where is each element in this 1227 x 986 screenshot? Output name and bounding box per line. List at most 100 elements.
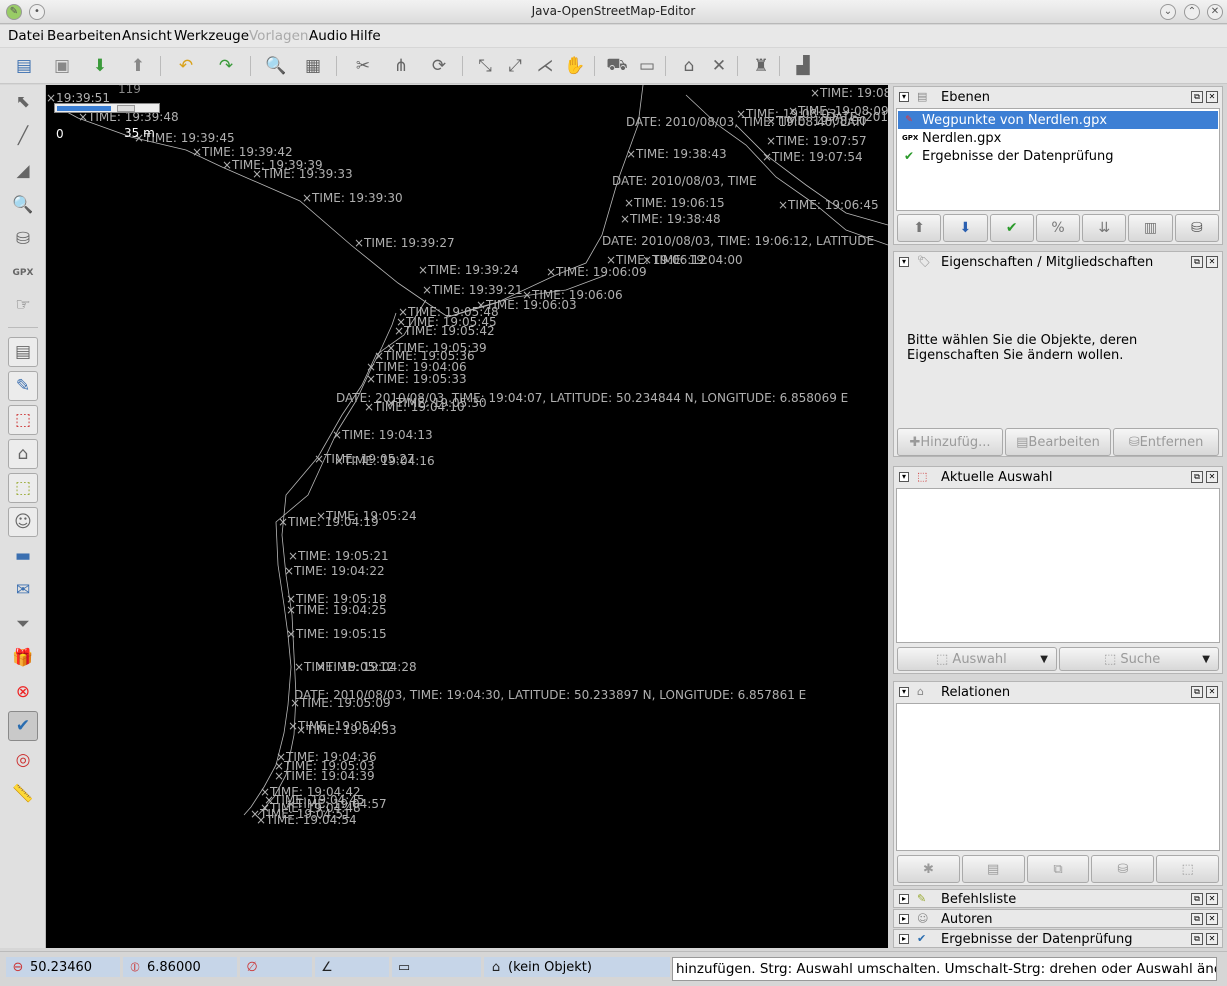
relation-list[interactable]	[896, 703, 1220, 851]
layer-row[interactable]: ✎ Wegpunkte von Nerdlen.gpx	[898, 111, 1218, 129]
authors-icon[interactable]: ☺	[8, 507, 38, 537]
select-relation-button[interactable]: ⬚	[1156, 855, 1219, 883]
detach-icon[interactable]: ⧉	[1191, 686, 1203, 698]
orthogonalize-icon[interactable]: ⋌	[532, 54, 558, 78]
maximize-icon[interactable]: ⌃	[1184, 4, 1200, 20]
validator-check-icon[interactable]: ✔	[8, 711, 38, 741]
validator-error-icon[interactable]: 🎁	[8, 643, 38, 673]
info-icon[interactable]: ▦	[300, 54, 326, 78]
undo-icon[interactable]: ↶	[173, 54, 199, 78]
layer-row[interactable]: ✔ Ergebnisse der Datenprüfung	[898, 147, 1218, 165]
open-icon[interactable]: ▤	[11, 54, 37, 78]
expand-icon[interactable]: ▸	[899, 914, 909, 924]
activate-layer-button[interactable]: ✔	[989, 214, 1034, 242]
move-up-button[interactable]: ⬆	[897, 214, 942, 242]
align-line-icon[interactable]: ⤢	[502, 54, 528, 78]
download-icon[interactable]: ⬇	[87, 54, 113, 78]
save-icon[interactable]: ▣	[49, 54, 75, 78]
expand-icon[interactable]: ▸	[899, 934, 909, 944]
combine-way-icon[interactable]: ⋔	[388, 54, 414, 78]
zoom-area-icon[interactable]: ◢	[8, 156, 38, 186]
select-icon[interactable]: ⬉	[8, 87, 38, 117]
close-icon[interactable]: ✕	[1207, 4, 1223, 20]
delete-layer-button[interactable]: ⛁	[1174, 214, 1219, 242]
car-preset-icon[interactable]: ⛟	[604, 54, 630, 78]
select-button[interactable]: ⬚ Auswahl ▼	[897, 647, 1057, 671]
play-head-icon[interactable]: ☞	[8, 290, 38, 320]
layer-row[interactable]: GPX Nerdlen.gpx	[898, 129, 1218, 147]
detach-icon[interactable]: ⧉	[1191, 893, 1203, 905]
menu-bearbeiten[interactable]: Bearbeiten	[47, 28, 121, 44]
opacity-button[interactable]: %	[1035, 214, 1081, 242]
commands-icon[interactable]: ⬚	[8, 473, 38, 503]
remove-button[interactable]: ⛁ Entfernen	[1113, 428, 1219, 456]
menu-ansicht[interactable]: Ansicht	[122, 28, 172, 44]
menu-audio[interactable]: Audio	[309, 28, 347, 44]
add-button[interactable]: ✚ Hinzufüg...	[897, 428, 1003, 456]
selection-icon[interactable]: ⬚	[8, 405, 38, 435]
collapse-icon[interactable]: ▾	[899, 472, 909, 482]
move-icon[interactable]: ✋	[562, 54, 588, 78]
expand-icon[interactable]: ▸	[899, 894, 909, 904]
merge-button[interactable]: ⇊	[1082, 214, 1127, 242]
collapse-icon[interactable]: ▾	[899, 257, 909, 267]
relations-panel-header[interactable]: ▾ ⌂ Relationen ⧉ ✕	[894, 682, 1222, 702]
layers-panel-header[interactable]: ▾ ▤ Ebenen ⧉ ✕	[894, 87, 1222, 107]
layer-list-icon[interactable]: ▤	[8, 337, 38, 367]
menu-hilfe[interactable]: Hilfe	[350, 28, 381, 44]
search-button[interactable]: ⬚ Suche ▼	[1059, 647, 1219, 671]
castle-preset-icon[interactable]: ♜	[748, 54, 774, 78]
detach-icon[interactable]: ⧉	[1191, 933, 1203, 945]
crossing-preset-icon[interactable]: ✕	[706, 54, 732, 78]
conflict-icon[interactable]: ⏷	[8, 609, 38, 639]
filter-icon[interactable]: ✉	[8, 575, 38, 605]
reverse-icon[interactable]: ⟳	[426, 54, 452, 78]
collapse-icon[interactable]: ▾	[899, 687, 909, 697]
industry-preset-icon[interactable]: ▟	[790, 54, 816, 78]
menu-datei[interactable]: Datei	[8, 28, 44, 44]
menu-werkzeuge[interactable]: Werkzeuge	[174, 28, 249, 44]
close-icon[interactable]: ✕	[1206, 686, 1218, 698]
delete-relation-button[interactable]: ⛁	[1091, 855, 1155, 883]
commands-panel[interactable]: ▸ ✎ Befehlsliste ⧉ ✕	[893, 889, 1223, 908]
edit-button[interactable]: ▤ Bearbeiten	[1005, 428, 1111, 456]
selection-list[interactable]	[896, 488, 1220, 643]
fix-icon[interactable]: ▬	[8, 541, 38, 571]
close-icon[interactable]: ✕	[1206, 933, 1218, 945]
selection-panel-header[interactable]: ▾ ⬚ Aktuelle Auswahl ⧉ ✕	[894, 467, 1222, 487]
close-icon[interactable]: ✕	[1206, 256, 1218, 268]
move-down-button[interactable]: ⬇	[943, 214, 988, 242]
collapse-icon[interactable]: ▾	[899, 92, 909, 102]
detach-icon[interactable]: ⧉	[1191, 471, 1203, 483]
map-view[interactable]: ×19:39:51 ×TIME: 19:39:48 ×TIME: 19:39:45 ×…	[46, 85, 888, 948]
duplicate-button[interactable]: ▥	[1128, 214, 1173, 242]
align-circle-icon[interactable]: ⤡	[472, 54, 498, 78]
close-icon[interactable]: ✕	[1206, 893, 1218, 905]
split-way-icon[interactable]: ✂	[350, 54, 376, 78]
preferences-icon[interactable]: 🔍	[263, 54, 289, 78]
delete-icon[interactable]: ⛁	[8, 224, 38, 254]
zoom-icon[interactable]: 🔍	[8, 190, 38, 220]
detach-icon[interactable]: ⧉	[1191, 91, 1203, 103]
audio-icon[interactable]: ◎	[8, 745, 38, 775]
draw-icon[interactable]: ╱	[8, 121, 38, 151]
authors-panel[interactable]: ▸ ☺ Autoren ⧉ ✕	[893, 909, 1223, 928]
relation-list-icon[interactable]: ⌂	[8, 439, 38, 469]
close-icon[interactable]: ✕	[1206, 913, 1218, 925]
properties-icon[interactable]: ✎	[8, 371, 38, 401]
validation-panel[interactable]: ▸ ✔ Ergebnisse der Datenprüfung ⧉ ✕	[893, 929, 1223, 948]
detach-icon[interactable]: ⧉	[1191, 256, 1203, 268]
gpx-icon[interactable]: GPX	[8, 258, 38, 288]
minimize-icon[interactable]: ⌄	[1160, 4, 1176, 20]
properties-panel-header[interactable]: ▾ 🏷 Eigenschaften / Mitgliedschaften ⧉ ✕	[894, 252, 1222, 272]
close-icon[interactable]: ✕	[1206, 91, 1218, 103]
edit-relation-button[interactable]: ▤	[961, 855, 1025, 883]
close-icon[interactable]: ✕	[1206, 471, 1218, 483]
new-relation-button[interactable]: ✱	[897, 855, 960, 883]
duplicate-relation-button[interactable]: ⧉	[1026, 855, 1090, 883]
bus-preset-icon[interactable]: ▭	[634, 54, 660, 78]
validator-stop-icon[interactable]: ⊗	[8, 677, 38, 707]
measure-icon[interactable]: 📏	[8, 779, 38, 809]
upload-icon[interactable]: ⬆	[125, 54, 151, 78]
building-preset-icon[interactable]: ⌂	[676, 54, 702, 78]
